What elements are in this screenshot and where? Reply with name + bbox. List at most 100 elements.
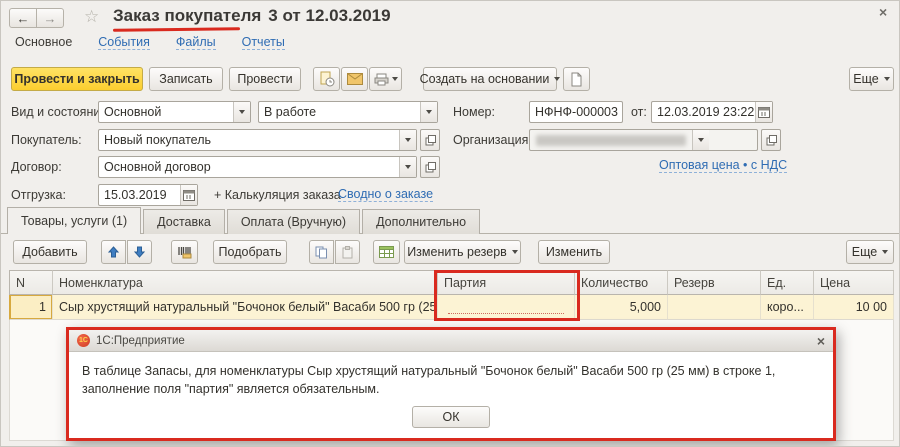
paste-row-button[interactable] <box>335 240 360 264</box>
spreadsheet-icon <box>379 246 394 258</box>
order-kind-dropdown[interactable] <box>233 102 250 122</box>
order-state-select[interactable]: В работе <box>258 101 438 123</box>
print-button[interactable] <box>369 67 402 91</box>
back-button[interactable]: ← <box>9 8 37 28</box>
cell-reserve[interactable] <box>668 295 761 320</box>
table-header-row: N Номенклатура Партия Количество Резерв … <box>9 270 894 295</box>
tab-delivery[interactable]: Доставка <box>143 209 225 234</box>
contract-label: Договор: <box>11 156 62 178</box>
window-close-icon[interactable]: × <box>879 4 887 20</box>
create-based-on-button[interactable]: Создать на основании <box>423 67 557 91</box>
post-and-close-label: Провести и закрыть <box>14 72 139 86</box>
cell-nomenclature[interactable]: Сыр хрустящий натуральный "Бочонок белый… <box>53 295 438 320</box>
tab-goods-services[interactable]: Товары, услуги (1) <box>7 207 141 234</box>
table-settings-button[interactable] <box>373 240 400 264</box>
nav-reports[interactable]: Отчеты <box>242 35 285 50</box>
shipment-date-input[interactable]: 15.03.2019 <box>98 184 198 206</box>
col-header-quantity[interactable]: Количество <box>575 270 668 295</box>
document-icon <box>570 72 583 87</box>
copy-row-button[interactable] <box>309 240 334 264</box>
shipment-date-value: 15.03.2019 <box>99 185 180 205</box>
shipment-calendar-button[interactable] <box>180 185 197 205</box>
col-header-reserve[interactable]: Резерв <box>668 270 761 295</box>
more-button[interactable]: Еще <box>849 67 894 91</box>
cell-batch[interactable] <box>438 295 575 320</box>
date-value: 12.03.2019 23:22:17 <box>652 102 755 122</box>
date-calendar-button[interactable] <box>755 102 772 122</box>
col-header-batch[interactable]: Партия <box>438 270 575 295</box>
cell-price[interactable]: 10 00 <box>814 295 894 320</box>
col-header-nomenclature[interactable]: Номенклатура <box>53 270 438 295</box>
table-row: 1 Сыр хрустящий натуральный "Бочонок бел… <box>9 295 894 320</box>
nav-files[interactable]: Файлы <box>176 35 216 50</box>
customer-dropdown[interactable] <box>399 130 416 150</box>
order-state-dropdown[interactable] <box>420 102 437 122</box>
create-based-on-label: Создать на основании <box>420 72 550 86</box>
arrow-down-icon <box>134 246 145 258</box>
annotation-title-underline <box>113 27 240 32</box>
forward-icon: → <box>44 11 57 26</box>
cell-n[interactable]: 1 <box>9 295 53 320</box>
organization-open-button[interactable] <box>761 129 781 151</box>
new-document-button[interactable] <box>563 67 590 91</box>
more-dropdown-icon <box>884 77 890 81</box>
pick-items-button[interactable]: Подобрать <box>213 240 287 264</box>
batch-empty-placeholder <box>448 313 564 314</box>
contract-select[interactable]: Основной договор <box>98 156 417 178</box>
show-postings-button[interactable] <box>313 67 340 91</box>
printer-icon <box>374 73 389 86</box>
order-summary-link[interactable]: Сводно о заказе <box>338 187 433 202</box>
items-more-dropdown-icon <box>882 250 888 254</box>
dialog-ok-button[interactable]: ОК <box>412 406 490 428</box>
page-title-main: Заказ покупателя <box>113 6 261 25</box>
move-up-button[interactable] <box>101 240 126 264</box>
dropdown-icon <box>239 110 245 114</box>
barcode-scan-button[interactable] <box>171 240 198 264</box>
price-type-link[interactable]: Оптовая цена • с НДС <box>659 158 787 173</box>
contract-open-button[interactable] <box>420 156 440 178</box>
nav-main[interactable]: Основное <box>15 35 72 50</box>
change-reserve-button[interactable]: Изменить резерв <box>404 240 521 264</box>
add-row-button[interactable]: Добавить <box>13 240 87 264</box>
move-down-button[interactable] <box>127 240 152 264</box>
dialog-ok-label: ОК <box>442 410 459 424</box>
order-calculation-text[interactable]: + Калькуляция заказа <box>214 188 341 202</box>
change-button[interactable]: Изменить <box>538 240 610 264</box>
detail-tabs: Товары, услуги (1) Доставка Оплата (Вруч… <box>7 207 482 234</box>
customer-label: Покупатель: <box>11 129 82 151</box>
favorite-star-icon[interactable]: ☆ <box>84 7 99 27</box>
post-and-close-button[interactable]: Провести и закрыть <box>11 67 143 91</box>
col-header-price[interactable]: Цена <box>814 270 894 295</box>
dialog-titlebar[interactable]: 1С 1С:Предприятие × <box>69 330 833 352</box>
items-more-button[interactable]: Еще <box>846 240 894 264</box>
tab-payment[interactable]: Оплата (Вручную) <box>227 209 360 234</box>
organization-select[interactable] <box>529 129 758 151</box>
date-input[interactable]: 12.03.2019 23:22:17 <box>651 101 773 123</box>
open-form-icon <box>425 135 436 146</box>
tab-additional[interactable]: Дополнительно <box>362 209 480 234</box>
order-kind-select[interactable]: Основной <box>98 101 251 123</box>
back-icon: ← <box>17 11 30 26</box>
warning-dialog: 1С 1С:Предприятие × В таблице Запасы, дл… <box>66 327 836 441</box>
document-clock-icon <box>319 71 335 87</box>
post-button[interactable]: Провести <box>229 67 301 91</box>
send-email-button[interactable] <box>341 67 368 91</box>
dropdown-icon <box>698 138 704 142</box>
forward-button[interactable]: → <box>36 8 64 28</box>
items-table: N Номенклатура Партия Количество Резерв … <box>9 270 894 320</box>
cell-quantity[interactable]: 5,000 <box>575 295 668 320</box>
save-button[interactable]: Записать <box>149 67 223 91</box>
col-header-unit[interactable]: Ед. <box>761 270 814 295</box>
nav-events[interactable]: События <box>98 35 150 50</box>
arrow-up-icon <box>108 246 119 258</box>
customer-select[interactable]: Новый покупатель <box>98 129 417 151</box>
contract-dropdown[interactable] <box>399 157 416 177</box>
dialog-close-icon[interactable]: × <box>817 334 825 348</box>
organization-dropdown[interactable] <box>692 130 709 150</box>
cell-unit[interactable]: коро... <box>761 295 814 320</box>
col-header-n[interactable]: N <box>9 270 53 295</box>
number-input[interactable]: НФНФ-000003 <box>529 101 623 123</box>
calendar-icon <box>758 106 770 118</box>
customer-open-button[interactable] <box>420 129 440 151</box>
add-row-label: Добавить <box>22 245 77 259</box>
